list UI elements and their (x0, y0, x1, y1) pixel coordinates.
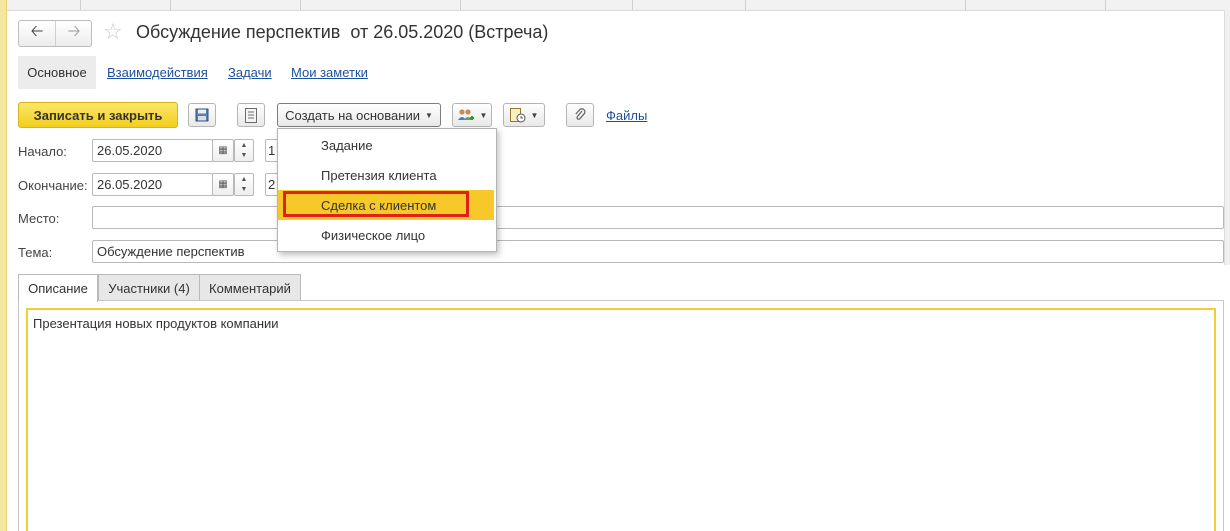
participants-menu-button[interactable]: ▼ (452, 103, 492, 127)
scrollbar[interactable] (1224, 10, 1230, 265)
paperclip-icon (575, 108, 586, 120)
menu-item-client-claim[interactable]: Претензия клиента (278, 160, 494, 190)
subject-input[interactable]: Обсуждение перспектив (92, 240, 1224, 263)
tab-interactions-label[interactable]: Взаимодействия (107, 65, 208, 80)
end-label: Окончание: (18, 178, 88, 193)
floppy-disk-icon (195, 108, 209, 122)
chevron-down-icon: ▼ (530, 110, 539, 120)
tab-my-notes[interactable]: Мои заметки (291, 56, 368, 89)
back-button[interactable]: 🡠 (19, 21, 55, 46)
end-date-input[interactable]: 26.05.2020 (92, 173, 213, 196)
save-and-close-button[interactable]: Записать и закрыть (18, 102, 178, 128)
chevron-up-icon: ▲ (240, 175, 248, 183)
menu-item-individual[interactable]: Физическое лицо (278, 220, 494, 250)
document-list-icon (245, 107, 257, 123)
navigation-buttons: 🡠 🡢 (18, 20, 92, 47)
chevron-up-icon: ▲ (240, 141, 248, 149)
left-edge-bar (0, 0, 7, 531)
forward-button[interactable]: 🡢 (55, 21, 92, 46)
create-based-on-button[interactable]: Создать на основании ▼ (277, 103, 441, 127)
save-button[interactable] (188, 103, 216, 127)
people-add-icon (457, 108, 474, 120)
page-title: Обсуждение перспектив от 26.05.2020 (Вст… (136, 22, 549, 42)
tab-interactions[interactable]: Взаимодействия (107, 56, 208, 89)
subject-label: Тема: (18, 245, 53, 260)
tab-comment[interactable]: Комментарий (199, 274, 301, 301)
tab-tasks[interactable]: Задачи (228, 56, 272, 89)
chevron-down-icon: ▼ (240, 186, 248, 194)
files-link[interactable]: Файлы (606, 108, 647, 123)
chevron-down-icon: ▼ (424, 110, 433, 120)
place-input[interactable] (92, 206, 1224, 229)
start-calendar-button[interactable]: ▦ (212, 139, 234, 162)
schedule-menu-button[interactable]: ▼ (503, 103, 545, 127)
open-windows-strip[interactable] (0, 0, 1230, 11)
report-button[interactable] (237, 103, 265, 127)
end-date-stepper[interactable]: ▲ ▼ (234, 173, 254, 196)
menu-item-client-deal[interactable]: Сделка с клиентом (278, 190, 494, 220)
end-calendar-button[interactable]: ▦ (212, 173, 234, 196)
create-based-on-label: Создать на основании (285, 107, 420, 123)
highlight-frame (283, 191, 469, 217)
attach-button[interactable] (566, 103, 594, 127)
create-based-on-menu: Задание Претензия клиента Сделка с клиен… (277, 128, 497, 252)
start-date-input[interactable]: 26.05.2020 (92, 139, 213, 162)
place-label: Место: (18, 211, 60, 226)
document-clock-icon (509, 107, 526, 122)
chevron-down-icon: ▼ (479, 110, 488, 120)
tab-tasks-label[interactable]: Задачи (228, 65, 272, 80)
tab-my-notes-label[interactable]: Мои заметки (291, 65, 368, 80)
arrow-right-icon: 🡢 (67, 23, 81, 40)
arrow-left-icon: 🡠 (30, 23, 44, 40)
star-icon[interactable]: ☆ (103, 19, 123, 45)
start-date-stepper[interactable]: ▲ ▼ (234, 139, 254, 162)
start-label: Начало: (18, 144, 67, 159)
tab-participants[interactable]: Участники (4) (98, 274, 200, 301)
calendar-icon: ▦ (218, 145, 228, 156)
description-text: Презентация новых продуктов компании (33, 316, 279, 331)
tab-description[interactable]: Описание (18, 274, 98, 302)
chevron-down-icon: ▼ (240, 152, 248, 160)
tab-main[interactable]: Основное (18, 56, 96, 89)
description-textarea[interactable] (26, 308, 1216, 531)
calendar-icon: ▦ (218, 179, 228, 190)
menu-item-task[interactable]: Задание (278, 130, 494, 160)
